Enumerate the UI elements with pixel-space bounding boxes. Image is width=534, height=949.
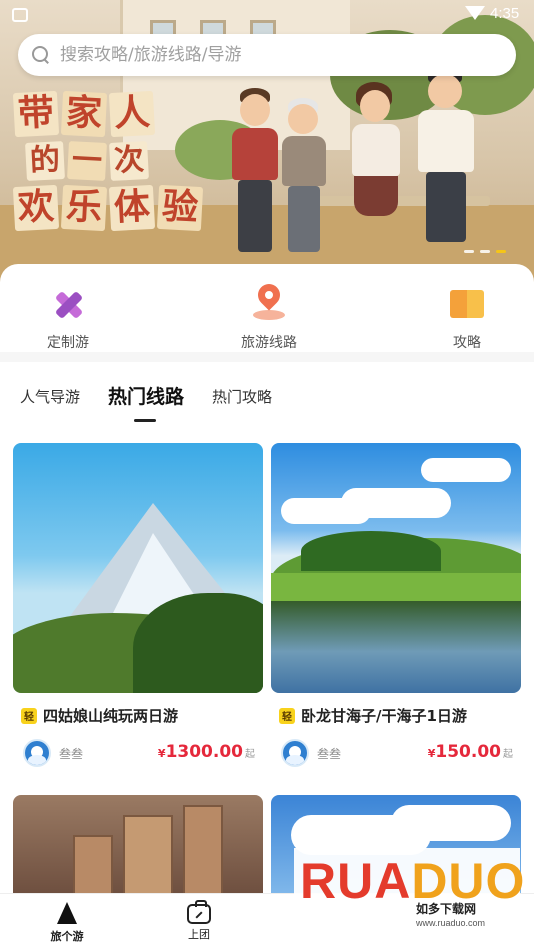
avatar: [23, 739, 51, 767]
route-photo[interactable]: [13, 795, 263, 893]
banner-char: 的: [25, 141, 65, 181]
section-divider: [0, 352, 534, 362]
banner-char: 带: [12, 90, 60, 138]
quick-nav-custom-trip[interactable]: 定制游: [8, 284, 128, 352]
quick-nav-label: 定制游: [47, 335, 89, 351]
route-card[interactable]: [13, 795, 263, 893]
route-card[interactable]: 轻 四姑娘山纯玩两日游 叁叁 ¥1300.00 起: [13, 443, 263, 768]
route-price: ¥150.00 起: [427, 742, 513, 762]
route-price: ¥1300.00 起: [157, 742, 255, 762]
banner-char: 人: [108, 90, 156, 138]
wifi-icon: [465, 6, 485, 20]
quick-nav-label: 旅游线路: [241, 335, 297, 351]
mountain-icon: [55, 902, 79, 924]
banner-char: 家: [60, 90, 108, 138]
watermark-url: www.ruaduo.com: [416, 918, 486, 928]
watermark-tagline: 如多下载网: [416, 902, 477, 916]
pagination-dot[interactable]: [464, 250, 474, 253]
avatar: [281, 739, 309, 767]
bag-icon: [187, 900, 211, 924]
pagination-dot[interactable]: [480, 250, 490, 253]
status-time: 4:35: [490, 5, 520, 22]
banner-char: 验: [156, 184, 204, 232]
route-title: 卧龙甘海子/干海子1日游: [301, 707, 467, 725]
banner-char: 乐: [60, 184, 108, 232]
watermark-logo: RUADUO 如多下载网 www.ruaduo.com: [294, 848, 524, 940]
search-input[interactable]: [60, 45, 480, 65]
bottom-nav-label: 旅个游: [50, 930, 84, 943]
route-photo[interactable]: [13, 443, 263, 693]
status-bar: 4:35: [0, 0, 534, 30]
banner-slogan: 带 家 人 的 一 次 欢 乐 体 验: [12, 90, 224, 236]
quick-nav-label: 攻略: [453, 335, 481, 351]
banner-char: 一: [67, 141, 107, 181]
route-photo[interactable]: [271, 443, 521, 693]
content-tabs: 人气导游 热门线路 热门攻略: [0, 372, 534, 424]
pagination-dot-active[interactable]: [496, 250, 506, 253]
bottom-nav-label: 上团: [188, 928, 210, 941]
search-bar[interactable]: [18, 34, 516, 76]
route-pin-icon: [249, 279, 289, 324]
custom-trip-icon: [48, 284, 88, 324]
tab-hot-guides[interactable]: 热门攻略: [212, 386, 272, 407]
route-title: 四姑娘山纯玩两日游: [43, 707, 179, 725]
banner-char: 次: [109, 141, 149, 181]
light-tour-badge: 轻: [21, 707, 37, 724]
light-tour-badge: 轻: [279, 707, 295, 724]
route-card[interactable]: 轻 卧龙甘海子/干海子1日游 叁叁 ¥150.00 起: [271, 443, 521, 768]
bottom-nav-home[interactable]: 旅个游: [37, 902, 97, 944]
quick-nav-routes[interactable]: 旅游线路: [209, 279, 329, 352]
banner-pagination: [464, 250, 506, 253]
bottom-nav-join-group[interactable]: 上团: [169, 900, 229, 942]
quick-nav: 定制游 旅游线路 攻略: [0, 264, 534, 360]
tab-hot-routes[interactable]: 热门线路: [108, 382, 184, 409]
author-name: 叁叁: [59, 746, 84, 761]
app-notification-icon: [12, 8, 28, 22]
author-name: 叁叁: [317, 746, 342, 761]
quick-nav-guides[interactable]: 攻略: [407, 284, 527, 352]
banner-char: 欢: [12, 184, 60, 232]
banner-char: 体: [108, 184, 156, 232]
search-icon: [32, 46, 50, 64]
guide-book-icon: [447, 284, 487, 324]
watermark-brand: RUADUO: [300, 853, 526, 909]
tab-popular-guides[interactable]: 人气导游: [20, 386, 80, 407]
active-tab-indicator: [134, 419, 156, 422]
